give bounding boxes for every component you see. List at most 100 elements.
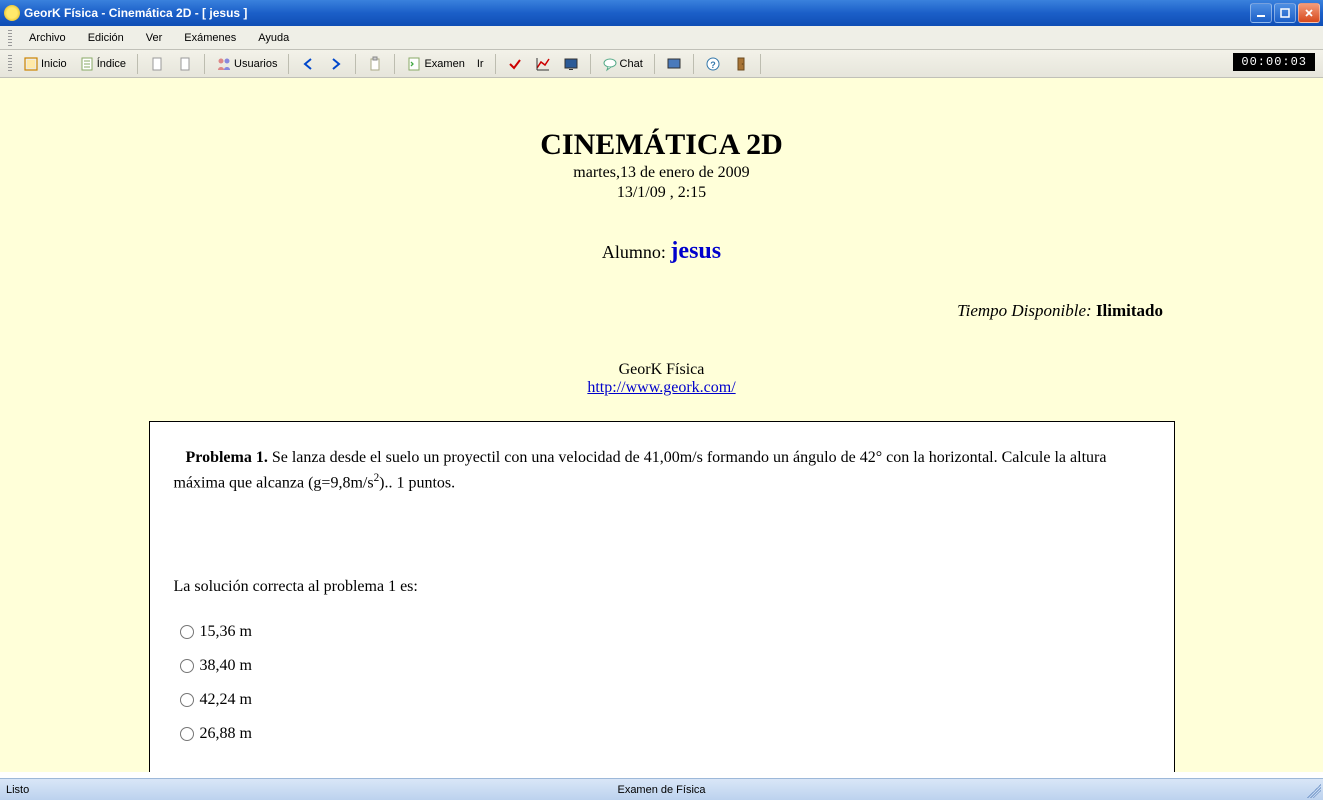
option-4-radio[interactable] [180,727,194,741]
back-button[interactable] [295,53,321,75]
option-3-radio[interactable] [180,693,194,707]
problem-statement: Problema 1. Se lanza desde el suelo un p… [174,446,1150,495]
help-button[interactable]: ? [700,53,726,75]
check-icon [507,56,523,72]
student-line: Alumno: jesus [0,238,1323,265]
menubar: Archivo Edición Ver Exámenes Ayuda [0,26,1323,50]
problem-text-b: ).. 1 puntos. [379,474,455,491]
window-controls [1250,3,1320,23]
menu-examenes[interactable]: Exámenes [175,29,245,47]
brand-name: GeorK Física [0,361,1323,379]
time-value: Ilimitado [1096,301,1163,320]
check-button[interactable] [502,53,528,75]
brand-block: GeorK Física http://www.geork.com/ [0,361,1323,397]
grip-icon [8,30,12,46]
indice-label: Índice [97,58,126,70]
option-4[interactable]: 26,88 m [180,725,1150,743]
svg-text:?: ? [710,60,716,70]
usuarios-button[interactable]: Usuarios [211,53,282,75]
arrow-left-icon [300,56,316,72]
student-label: Alumno: [602,242,671,262]
menu-archivo[interactable]: Archivo [20,29,75,47]
separator [495,54,496,74]
option-2[interactable]: 38,40 m [180,657,1150,675]
toolbar: Inicio Índice Usuarios Examen Ir [0,50,1323,78]
examen-button[interactable]: Examen [401,53,469,75]
chart-icon [535,56,551,72]
monitor-icon [563,56,579,72]
chat-icon [602,56,618,72]
option-1[interactable]: 15,36 m [180,623,1150,641]
window-title: GeorK Física - Cinemática 2D - [ jesus ] [24,6,247,20]
option-1-label: 15,36 m [200,623,252,641]
chat-button[interactable]: Chat [597,53,648,75]
option-1-radio[interactable] [180,625,194,639]
exam-short-date: 13/1/09 , 2:15 [0,184,1323,202]
separator [760,54,761,74]
exam-document[interactable]: CINEMÁTICA 2D martes,13 de enero de 2009… [0,78,1323,772]
options-group: 15,36 m 38,40 m 42,24 m 26,88 m [174,623,1150,743]
menu-ayuda[interactable]: Ayuda [249,29,298,47]
arrow-right-icon [328,56,344,72]
status-left: Listo [6,784,29,796]
inicio-button[interactable]: Inicio [18,53,72,75]
option-4-label: 26,88 m [200,725,252,743]
grip-icon [8,55,12,73]
student-name: jesus [670,238,721,264]
options-prompt: La solución correcta al problema 1 es: [174,575,1150,599]
chat-label: Chat [620,58,643,70]
time-available: Tiempo Disponible: Ilimitado [0,301,1163,321]
time-label: Tiempo Disponible: [957,301,1096,320]
monitor-icon [666,56,682,72]
ir-label: Ir [477,58,484,70]
exam-header: CINEMÁTICA 2D martes,13 de enero de 2009… [0,78,1323,265]
titlebar: GeorK Física - Cinemática 2D - [ jesus ] [0,0,1323,26]
door-icon [733,56,749,72]
separator [693,54,694,74]
statusbar: Listo Examen de Física [0,778,1323,800]
problem-text-a: Se lanza desde el suelo un proyectil con… [174,449,1107,491]
problem-box: Problema 1. Se lanza desde el suelo un p… [149,421,1175,772]
separator [654,54,655,74]
doc1-button[interactable] [144,53,170,75]
app-icon [4,5,20,21]
resize-grip-icon[interactable] [1307,784,1321,798]
clipboard-button[interactable] [362,53,388,75]
option-2-radio[interactable] [180,659,194,673]
separator [590,54,591,74]
separator [355,54,356,74]
problem-label: Problema 1. [186,449,268,466]
option-2-label: 38,40 m [200,657,252,675]
option-3-label: 42,24 m [200,691,252,709]
separator [288,54,289,74]
indice-button[interactable]: Índice [74,53,131,75]
maximize-button[interactable] [1274,3,1296,23]
inicio-label: Inicio [41,58,67,70]
content-area: CINEMÁTICA 2D martes,13 de enero de 2009… [0,78,1323,772]
timer-display: 00:00:03 [1233,53,1315,71]
exit-button[interactable] [728,53,754,75]
minimize-button[interactable] [1250,3,1272,23]
forward-button[interactable] [323,53,349,75]
chart-button[interactable] [530,53,556,75]
status-center: Examen de Física [617,784,705,796]
doc2-button[interactable] [172,53,198,75]
document-icon [149,56,165,72]
ir-button[interactable]: Ir [472,53,489,75]
monitor2-button[interactable] [661,53,687,75]
document-icon [177,56,193,72]
brand-link[interactable]: http://www.geork.com/ [587,379,735,396]
exam-long-date: martes,13 de enero de 2009 [0,164,1323,182]
index-icon [79,56,95,72]
users-icon [216,56,232,72]
examen-label: Examen [424,58,464,70]
usuarios-label: Usuarios [234,58,277,70]
menu-edicion[interactable]: Edición [79,29,133,47]
exam-title: CINEMÁTICA 2D [0,128,1323,162]
screen-button[interactable] [558,53,584,75]
option-3[interactable]: 42,24 m [180,691,1150,709]
close-button[interactable] [1298,3,1320,23]
separator [137,54,138,74]
menu-ver[interactable]: Ver [137,29,172,47]
separator [204,54,205,74]
